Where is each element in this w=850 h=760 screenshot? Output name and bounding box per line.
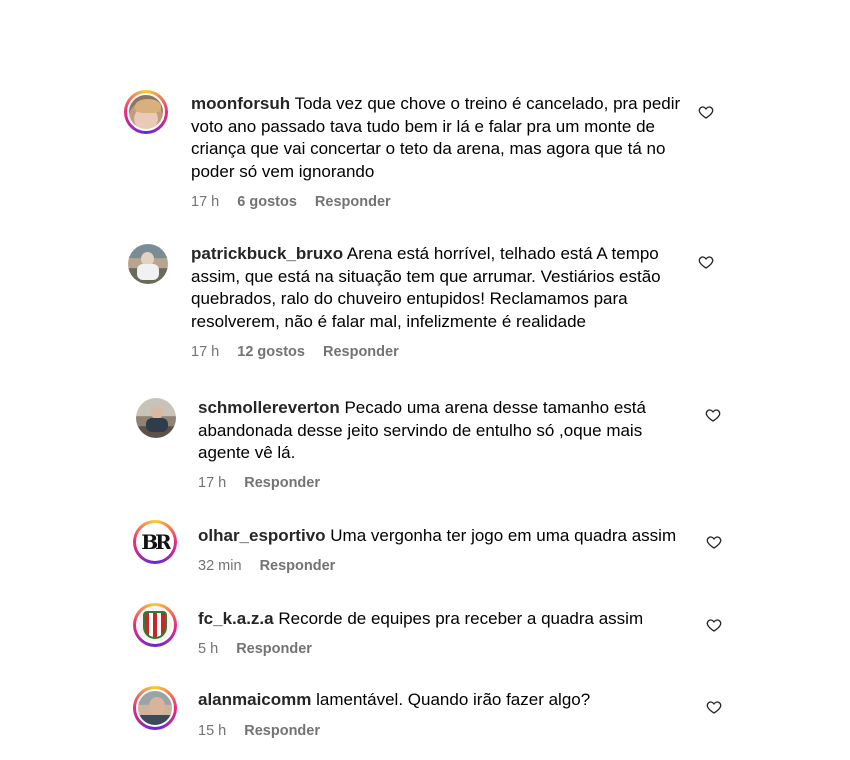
avatar[interactable] xyxy=(134,396,178,440)
reply-button[interactable]: Responder xyxy=(244,723,320,739)
comment-time[interactable]: 5 h xyxy=(198,641,218,657)
comment-item: BR olhar_esportivo Uma vergonha ter jogo… xyxy=(133,520,733,580)
comment-body: schmollereverton Pecado uma arena desse … xyxy=(198,397,688,465)
comment-body: olhar_esportivo Uma vergonha ter jogo em… xyxy=(198,525,698,548)
avatar[interactable] xyxy=(124,90,168,134)
comment-likes[interactable]: 12 gostos xyxy=(237,344,305,360)
comment-username[interactable]: olhar_esportivo xyxy=(198,526,326,545)
avatar[interactable] xyxy=(133,686,177,730)
heart-outline-icon[interactable] xyxy=(706,699,722,715)
comment-text: Uma vergonha ter jogo em uma quadra assi… xyxy=(330,526,677,545)
reply-button[interactable]: Responder xyxy=(244,475,320,491)
comment-meta: 17 h Responder xyxy=(198,475,334,491)
avatar[interactable]: BR xyxy=(133,520,177,564)
comment-username[interactable]: moonforsuh xyxy=(191,94,290,113)
heart-outline-icon[interactable] xyxy=(706,617,722,633)
comment-time[interactable]: 17 h xyxy=(191,344,219,360)
comment-meta: 5 h Responder xyxy=(198,641,326,657)
comment-likes[interactable]: 6 gostos xyxy=(237,194,297,210)
comment-meta: 17 h 6 gostos Responder xyxy=(191,194,405,210)
comment-body: fc_k.a.z.a Recorde de equipes pra recebe… xyxy=(198,608,698,631)
comment-username[interactable]: alanmaicomm xyxy=(198,690,311,709)
comment-username[interactable]: fc_k.a.z.a xyxy=(198,609,274,628)
reply-button[interactable]: Responder xyxy=(260,558,336,574)
comment-username[interactable]: schmollereverton xyxy=(198,398,340,417)
comment-meta: 32 min Responder xyxy=(198,558,349,574)
comment-item: patrickbuck_bruxo Arena está horrível, t… xyxy=(126,242,726,362)
comment-item: fc_k.a.z.a Recorde de equipes pra recebe… xyxy=(133,603,733,663)
comment-item: moonforsuh Toda vez que chove o treino é… xyxy=(124,90,724,220)
comment-time[interactable]: 17 h xyxy=(191,194,219,210)
comment-text: Recorde de equipes pra receber a quadra … xyxy=(278,609,644,628)
reply-button[interactable]: Responder xyxy=(315,194,391,210)
comment-item: alanmaicomm lamentável. Quando irão faze… xyxy=(133,686,733,746)
heart-outline-icon[interactable] xyxy=(698,254,714,270)
comment-body: moonforsuh Toda vez que chove o treino é… xyxy=(191,93,686,183)
comment-time[interactable]: 15 h xyxy=(198,723,226,739)
comment-item: schmollereverton Pecado uma arena desse … xyxy=(134,396,734,506)
comment-text: lamentável. Quando irão fazer algo? xyxy=(316,690,591,709)
comment-body: patrickbuck_bruxo Arena está horrível, t… xyxy=(191,243,686,333)
comment-meta: 15 h Responder xyxy=(198,723,334,739)
comment-time[interactable]: 32 min xyxy=(198,558,242,574)
reply-button[interactable]: Responder xyxy=(236,641,312,657)
comment-username[interactable]: patrickbuck_bruxo xyxy=(191,244,343,263)
avatar[interactable] xyxy=(126,242,170,286)
comment-body: alanmaicomm lamentável. Quando irão faze… xyxy=(198,689,698,712)
comment-time[interactable]: 17 h xyxy=(198,475,226,491)
heart-outline-icon[interactable] xyxy=(706,534,722,550)
heart-outline-icon[interactable] xyxy=(698,104,714,120)
comment-meta: 17 h 12 gostos Responder xyxy=(191,344,413,360)
avatar[interactable] xyxy=(133,603,177,647)
heart-outline-icon[interactable] xyxy=(705,407,721,423)
reply-button[interactable]: Responder xyxy=(323,344,399,360)
